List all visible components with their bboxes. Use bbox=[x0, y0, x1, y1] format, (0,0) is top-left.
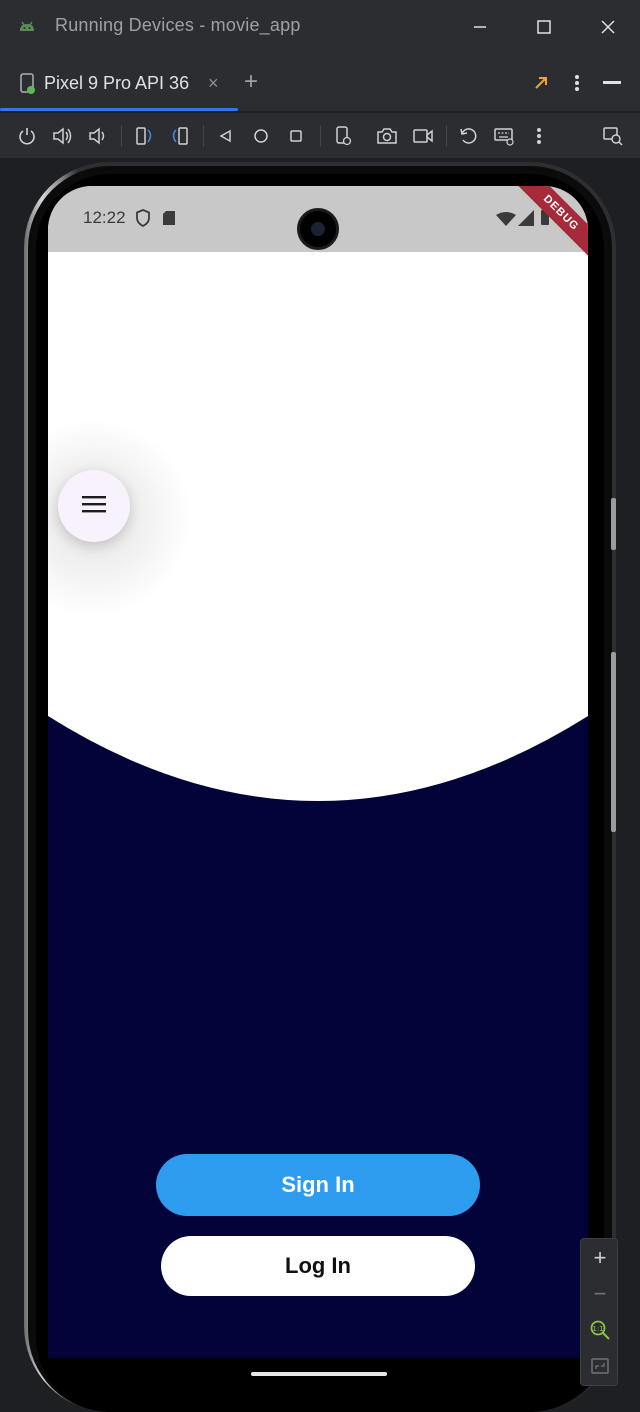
tab-close-icon[interactable]: × bbox=[208, 74, 219, 92]
restore-icon[interactable] bbox=[456, 124, 480, 148]
rotate-right-icon[interactable] bbox=[168, 124, 192, 148]
screen-record-icon[interactable] bbox=[411, 124, 435, 148]
tab-bar: Pixel 9 Pro API 36 × + bbox=[0, 54, 640, 112]
shield-icon bbox=[135, 209, 151, 232]
overview-icon[interactable] bbox=[284, 124, 308, 148]
minimize-icon[interactable] bbox=[465, 13, 495, 41]
rotate-left-icon[interactable] bbox=[132, 124, 156, 148]
options-more-icon[interactable] bbox=[565, 71, 589, 95]
pop-out-icon[interactable] bbox=[529, 71, 553, 95]
volume-up-icon[interactable] bbox=[50, 124, 74, 148]
device-mirror-icon[interactable] bbox=[601, 124, 625, 148]
device-screen[interactable]: 12:22 DEBUG Sign In Log In bbox=[48, 186, 588, 1358]
android-icon bbox=[16, 16, 38, 38]
toolbar-separator bbox=[446, 125, 447, 147]
screenshot-icon[interactable] bbox=[375, 124, 399, 148]
hamburger-menu-icon bbox=[82, 495, 106, 518]
back-icon[interactable] bbox=[213, 124, 237, 148]
toolbar-separator bbox=[121, 125, 122, 147]
active-tab-indicator bbox=[0, 108, 238, 111]
status-time: 12:22 bbox=[83, 208, 126, 227]
device-settings-icon[interactable] bbox=[331, 124, 355, 148]
tab-label: Pixel 9 Pro API 36 bbox=[44, 73, 190, 93]
gesture-nav-handle[interactable] bbox=[251, 1372, 387, 1376]
zoom-controls: + − 1:1 bbox=[580, 1238, 618, 1386]
keyboard-icon[interactable] bbox=[492, 124, 516, 148]
close-icon[interactable] bbox=[593, 13, 623, 41]
power-button bbox=[611, 498, 616, 550]
zoom-fit-icon[interactable] bbox=[587, 1353, 613, 1379]
device-tab-icon bbox=[18, 73, 38, 100]
power-icon[interactable] bbox=[15, 124, 39, 148]
more-icon[interactable] bbox=[527, 124, 551, 148]
front-camera bbox=[297, 208, 339, 250]
maximize-icon[interactable] bbox=[529, 13, 559, 41]
volume-rocker bbox=[611, 652, 616, 832]
window-title: Running Devices - movie_app bbox=[55, 15, 301, 35]
menu-button[interactable] bbox=[58, 470, 130, 542]
sd-card-icon bbox=[162, 210, 176, 231]
signal-icon bbox=[518, 210, 534, 231]
toolbar-separator bbox=[203, 125, 204, 147]
wifi-icon bbox=[496, 212, 516, 231]
add-tab-icon[interactable]: + bbox=[244, 70, 258, 94]
toolbar-separator bbox=[320, 125, 321, 147]
zoom-in-icon[interactable]: + bbox=[587, 1245, 613, 1271]
zoom-out-icon[interactable]: − bbox=[587, 1281, 613, 1307]
sign-in-button[interactable]: Sign In bbox=[156, 1154, 480, 1216]
home-icon[interactable] bbox=[249, 124, 273, 148]
svg-text:1:1: 1:1 bbox=[592, 1325, 603, 1333]
device-toolbar bbox=[0, 113, 640, 159]
volume-down-icon[interactable] bbox=[85, 124, 109, 148]
title-bar: Running Devices - movie_app bbox=[0, 0, 640, 54]
tab-pixel-9-pro[interactable]: Pixel 9 Pro API 36 × bbox=[0, 54, 238, 112]
zoom-actual-size-icon[interactable]: 1:1 bbox=[587, 1317, 613, 1343]
hide-panel-icon[interactable] bbox=[600, 71, 624, 95]
log-in-button[interactable]: Log In bbox=[161, 1236, 475, 1296]
